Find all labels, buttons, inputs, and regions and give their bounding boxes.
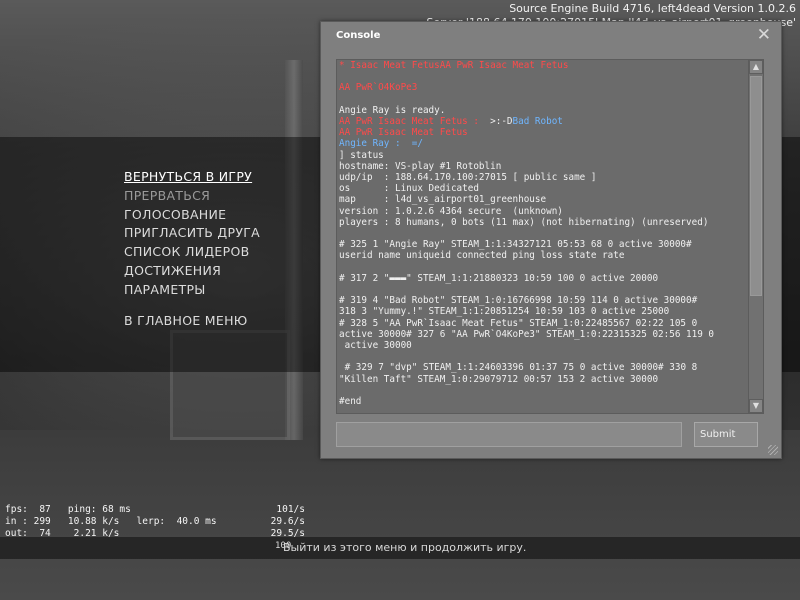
menu-item-achievements[interactable]: ДОСТИЖЕНИЯ [124, 262, 260, 281]
console-line: #end [339, 396, 362, 408]
netgraph-right: 29.6/s [270, 516, 305, 527]
console-line: Angie Ray is ready. [339, 104, 446, 116]
menu-hint: Выйти из этого меню и продолжить игру. [283, 541, 527, 554]
console-line: AA PwR Isaac Meat Fetus : >:-DBad Robot [339, 116, 744, 127]
console-line: # 325 1 "Angie Ray" STEAM_1:1:34327121 0… [339, 239, 692, 251]
console-line: active 30000# 327 6 "AA PwR`O4KoPe3" STE… [339, 328, 715, 340]
scroll-down-icon[interactable]: ▼ [749, 399, 763, 413]
close-icon[interactable]: ✕ [757, 25, 771, 45]
console-line-segment: AA PwR Isaac Meat Fetus : [339, 116, 491, 128]
console-line: Angie Ray : =/ [339, 138, 744, 149]
menu-item-invite-friend[interactable]: ПРИГЛАСИТЬ ДРУГА [124, 224, 260, 243]
netgraph-left: out: 74 2.21 k/s [5, 528, 120, 539]
netgraph-right: 29.5/s [270, 528, 305, 539]
main-menu: ВЕРНУТЬСЯ В ИГРУ ПРЕРВАТЬСЯ ГОЛОСОВАНИЕ … [124, 168, 260, 330]
netgraph-right: 101/s [276, 504, 305, 515]
console-lines: * Isaac Meat FetusAA PwR Isaac Meat Fetu… [339, 60, 744, 407]
console-line-segment: Bad Robot [512, 116, 563, 128]
menu-item-pause[interactable]: ПРЕРВАТЬСЯ [124, 187, 260, 206]
console-line: 318 3 "Yummy.!" STEAM_1:1:20851254 10:59… [339, 306, 670, 318]
menu-gap [124, 300, 260, 312]
console-line: "Killen Taft" STEAM_1:0:29079712 00:57 1… [339, 373, 659, 385]
console-line: # 319 4 "Bad Robot" STEAM_1:0:16766998 1… [339, 295, 698, 307]
console-line: # 328 5 "AA PwR`Isaac Meat Fetus" STEAM_… [339, 317, 698, 329]
menu-item-main-menu[interactable]: В ГЛАВНОЕ МЕНЮ [124, 312, 260, 331]
console-line: map : l4d_vs_airport01_greenhouse [339, 194, 547, 206]
menu-item-leaderboards[interactable]: СПИСОК ЛИДЕРОВ [124, 243, 260, 262]
net-graph: fps: 87 ping: 68 ms 101/s in : 299 10.88… [5, 504, 305, 551]
console-line: version : 1.0.2.6 4364 secure (unknown) [339, 205, 563, 217]
menu-item-vote[interactable]: ГОЛОСОВАНИЕ [124, 206, 260, 225]
console-line-segment: >:-D [490, 116, 513, 128]
submit-button[interactable]: Submit [694, 422, 758, 447]
resize-grip-icon[interactable] [768, 445, 778, 455]
console-line: active 30000 [339, 340, 412, 352]
console-line: # 317 2 "▬▬▬" STEAM_1:1:21880323 10:59 1… [339, 272, 659, 284]
console-line: players : 8 humans, 0 bots (11 max) (not… [339, 216, 709, 228]
build-version: Source Engine Build 4716, left4dead Vers… [509, 2, 796, 15]
console-line: AA PwR`O4KoPe3 [339, 82, 418, 94]
console-line-segment: Angie Ray : [339, 138, 412, 150]
console-output[interactable]: * Isaac Meat FetusAA PwR Isaac Meat Fetu… [336, 59, 764, 414]
console-line: userid name uniqueid connected ping loss… [339, 250, 625, 262]
console-line: ] status [339, 149, 384, 161]
console-line: hostname: VS-play #1 Rotoblin [339, 160, 502, 172]
console-line: # 329 7 "dvp" STEAM_1:1:24603396 01:37 7… [339, 362, 698, 374]
scrollbar-thumb[interactable] [750, 76, 762, 296]
console-line: os : Linux Dedicated [339, 183, 479, 195]
scroll-up-icon[interactable]: ▲ [749, 60, 763, 74]
console-scrollbar[interactable]: ▲ ▼ [748, 60, 763, 413]
console-dialog: Console ✕ * Isaac Meat FetusAA PwR Isaac… [320, 21, 782, 459]
menu-item-resume[interactable]: ВЕРНУТЬСЯ В ИГРУ [124, 168, 260, 187]
console-line: * Isaac Meat FetusAA PwR Isaac Meat Fetu… [339, 60, 569, 71]
netgraph-row: in : 299 10.88 k/s lerp: 40.0 ms 29.6/s [5, 516, 305, 528]
console-line: AA PwR Isaac Meat Fetus [339, 127, 468, 139]
console-line-segment: =/ [411, 138, 423, 150]
netgraph-row: out: 74 2.21 k/s 29.5/s [5, 528, 305, 540]
console-title: Console [336, 30, 381, 41]
netgraph-row: fps: 87 ping: 68 ms 101/s [5, 504, 305, 516]
netgraph-left: fps: 87 ping: 68 ms [5, 504, 131, 515]
netgraph-left: in : 299 10.88 k/s lerp: 40.0 ms [5, 516, 217, 527]
console-command-input[interactable] [336, 422, 682, 447]
menu-item-options[interactable]: ПАРАМЕТРЫ [124, 281, 260, 300]
console-line: udp/ip : 188.64.170.100:27015 [ public s… [339, 172, 597, 184]
